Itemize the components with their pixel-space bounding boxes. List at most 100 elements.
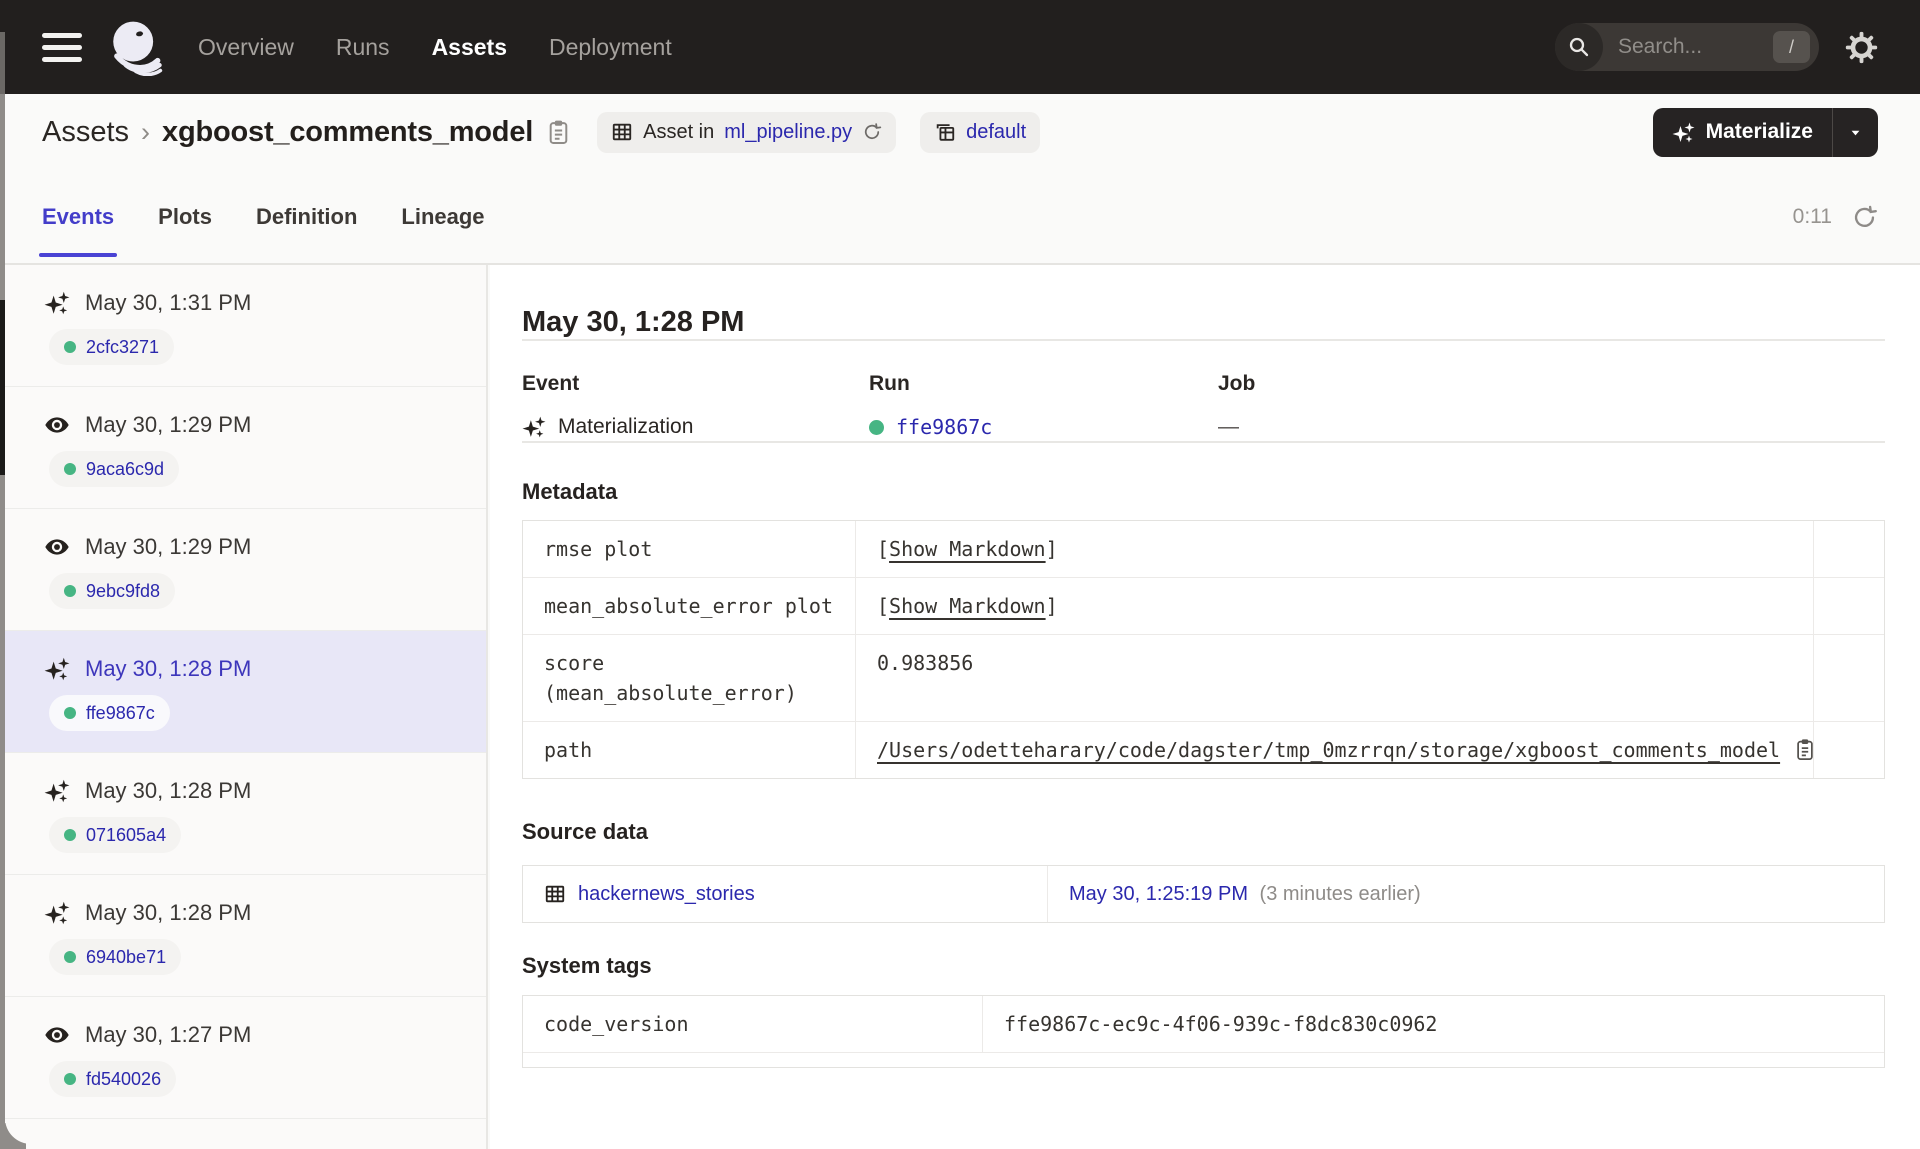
run-status-dot [64, 829, 76, 841]
run-id-link[interactable]: 9aca6c9d [86, 459, 164, 480]
event-list-item[interactable]: May 30, 1:28 PM 071605a4 [0, 753, 486, 875]
dagster-logo[interactable] [106, 18, 164, 77]
run-badge[interactable]: 9aca6c9d [49, 451, 180, 487]
system-tag-key: code_version [523, 996, 983, 1052]
run-status-dot [869, 419, 884, 435]
run-badge[interactable]: ffe9867c [49, 695, 170, 731]
event-detail-panel: May 30, 1:28 PM Event Materialization Ru… [490, 265, 1920, 1149]
run-id-link[interactable]: ffe9867c [86, 703, 155, 724]
materialization-sparkle-icon [44, 656, 70, 682]
materialize-button[interactable]: Materialize [1652, 107, 1832, 157]
repository-link[interactable]: default [966, 121, 1026, 144]
divider [522, 441, 1885, 443]
code-location-link[interactable]: ml_pipeline.py [724, 121, 852, 144]
refresh-icon[interactable] [1851, 204, 1878, 231]
event-list-item[interactable]: May 30, 1:28 PM 6940be71 [0, 875, 486, 997]
job-value: — [1218, 415, 1239, 438]
show-markdown-link[interactable]: Show Markdown [889, 534, 1046, 564]
table-row: rmse plot[Show Markdown] [523, 521, 1884, 578]
run-link[interactable]: ffe9867c [896, 415, 992, 439]
event-timestamp: May 30, 1:29 PM [85, 534, 252, 559]
run-id-link[interactable]: 6940be71 [86, 947, 166, 968]
search-icon [1555, 23, 1603, 71]
repository-pill[interactable]: default [920, 111, 1041, 153]
breadcrumb-separator: › [141, 116, 151, 147]
storage-path-link[interactable]: /Users/odetteharary/code/dagster/tmp_0mz… [877, 735, 1780, 765]
workspace-icon [934, 121, 956, 143]
system-tag-value: ffe9867c-ec9c-4f06-939c-f8dc830c0962 [1004, 1012, 1438, 1036]
materialization-sparkle-icon [44, 290, 70, 316]
table-row: mean_absolute_error plot[Show Markdown] [523, 578, 1884, 635]
event-timestamp: May 30, 1:28 PM [85, 656, 252, 681]
table-row-clipped [523, 1053, 1884, 1067]
run-status-dot [64, 463, 76, 475]
asset-definition-pill[interactable]: Asset in ml_pipeline.py [597, 111, 897, 153]
run-badge[interactable]: fd540026 [49, 1061, 177, 1097]
run-badge[interactable]: 2cfc3271 [49, 329, 175, 365]
observation-eye-icon [44, 412, 70, 438]
event-list-item[interactable]: May 30, 1:29 PM 9ebc9fd8 [0, 509, 486, 631]
job-label: Job [1218, 372, 1256, 395]
event-list-sidebar: May 30, 1:31 PM 2cfc3271 May 30, 1:29 PM 9a… [0, 265, 488, 1149]
run-badge[interactable]: 071605a4 [49, 817, 182, 853]
event-timestamp: May 30, 1:29 PM [85, 412, 252, 437]
event-detail-title: May 30, 1:28 PM [522, 306, 745, 338]
run-status-dot [64, 951, 76, 963]
search-shortcut-key: / [1773, 31, 1810, 63]
materialize-label: Materialize [1705, 120, 1813, 143]
metadata-heading: Metadata [522, 479, 618, 504]
divider [522, 339, 1885, 341]
table-row: hackernews_stories May 30, 1:25:19 PM (3… [523, 866, 1884, 922]
run-id-link[interactable]: 2cfc3271 [86, 337, 159, 358]
breadcrumb-assets-link[interactable]: Assets [42, 116, 129, 149]
metadata-value: 0.983856 [856, 635, 1813, 721]
tab-events[interactable]: Events [38, 170, 118, 264]
event-list-item[interactable]: May 30, 1:29 PM 9aca6c9d [0, 387, 486, 509]
metadata-key: path [523, 722, 856, 778]
table-row: score (mean_absolute_error) 0.983856 [523, 635, 1884, 722]
run-id-link[interactable]: 071605a4 [86, 825, 166, 846]
search-placeholder: Search... [1618, 35, 1703, 58]
page-title: xgboost_comments_model [162, 115, 534, 148]
run-badge[interactable]: 6940be71 [49, 939, 182, 975]
event-list-item[interactable]: May 30, 1:27 PM fd540026 [0, 997, 486, 1119]
source-asset-link[interactable]: hackernews_stories [578, 879, 755, 909]
table-row: path/Users/odetteharary/code/dagster/tmp… [523, 722, 1884, 778]
event-list-item[interactable]: May 30, 1:28 PM ffe9867c [0, 631, 486, 753]
materialization-sparkle-icon [44, 778, 70, 804]
run-id-link[interactable]: fd540026 [86, 1069, 161, 1090]
nav-link-assets[interactable]: Assets [432, 34, 507, 61]
source-data-table: hackernews_stories May 30, 1:25:19 PM (3… [522, 865, 1885, 923]
event-type-label: Event [522, 372, 580, 395]
show-markdown-link[interactable]: Show Markdown [889, 591, 1046, 621]
nav-link-deployment[interactable]: Deployment [549, 34, 672, 61]
nav-link-runs[interactable]: Runs [336, 34, 390, 61]
event-type-value: Materialization [522, 413, 869, 441]
event-summary: Event Materialization Run ffe9867c Job — [522, 371, 1885, 441]
source-time-note: (3 minutes earlier) [1259, 883, 1421, 905]
copy-asset-name-icon[interactable] [546, 119, 571, 146]
search-input[interactable]: Search... / [1555, 23, 1819, 71]
materialize-split-button: Materialize [1652, 107, 1878, 157]
run-badge[interactable]: 9ebc9fd8 [49, 573, 176, 609]
materialize-options-button[interactable] [1833, 107, 1878, 157]
event-list-item[interactable]: May 30, 1:31 PM 2cfc3271 [0, 265, 486, 387]
run-label: Run [869, 372, 910, 395]
metadata-value: [Show Markdown] [856, 521, 1813, 577]
nav-link-overview[interactable]: Overview [198, 34, 294, 61]
system-tags-heading: System tags [522, 953, 652, 978]
chevron-down-icon [1851, 130, 1860, 135]
metadata-key: mean_absolute_error plot [523, 578, 856, 634]
sparkle-icon [1672, 122, 1695, 142]
materialization-sparkle-icon [522, 415, 546, 439]
tab-lineage[interactable]: Lineage [401, 170, 484, 264]
menu-icon[interactable] [42, 32, 82, 62]
tab-plots[interactable]: Plots [158, 170, 212, 264]
settings-gear-icon[interactable] [1845, 31, 1878, 64]
tab-definition[interactable]: Definition [256, 170, 357, 264]
run-status-dot [64, 341, 76, 353]
metadata-text-value: 0.983856 [877, 651, 974, 675]
source-timestamp-link[interactable]: May 30, 1:25:19 PM [1069, 883, 1248, 905]
reload-definitions-icon[interactable] [862, 122, 882, 142]
run-id-link[interactable]: 9ebc9fd8 [86, 581, 160, 602]
